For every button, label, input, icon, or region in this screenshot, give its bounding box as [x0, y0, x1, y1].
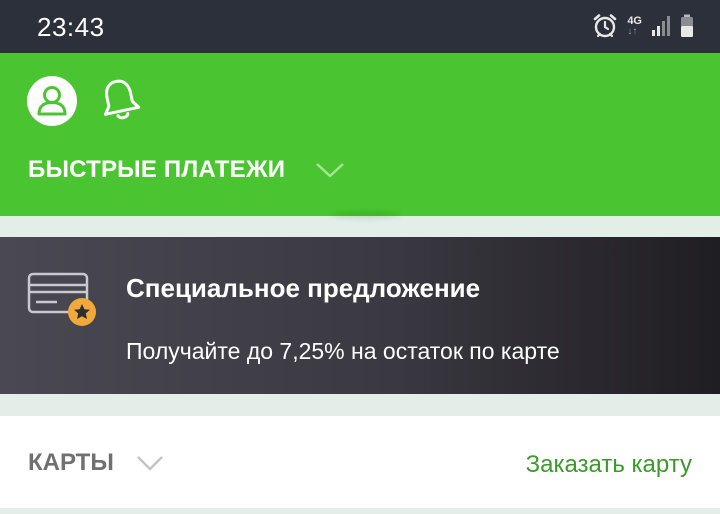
cards-section: КАРТЫ Заказать карту [0, 416, 720, 508]
cards-toggle[interactable]: КАРТЫ [28, 449, 164, 477]
status-icons: 4G ↓↑ [592, 12, 694, 40]
profile-icon[interactable] [27, 76, 77, 126]
pull-indicator [330, 212, 400, 218]
cards-label: КАРТЫ [28, 449, 114, 476]
special-offer-banner[interactable]: Специальное предложение Получайте до 7,2… [0, 237, 720, 394]
status-time: 23:43 [37, 12, 105, 42]
status-bar: 23:43 4G ↓↑ [0, 0, 720, 53]
card-star-icon [27, 272, 96, 326]
order-card-link[interactable]: Заказать карту [526, 451, 692, 479]
battery-icon [681, 14, 693, 37]
promo-title: Специальное предложение [126, 273, 481, 303]
network-4g-icon: 4G ↓↑ [627, 14, 642, 37]
signal-icon [652, 16, 670, 36]
chevron-down-icon [316, 163, 345, 178]
quick-payments-label: БЫСТРЫЕ ПЛАТЕЖИ [28, 156, 286, 183]
quick-payments-toggle[interactable]: БЫСТРЫЕ ПЛАТЕЖИ [28, 156, 345, 184]
chevron-down-icon [136, 456, 163, 471]
promo-subtitle: Получайте до 7,25% на остаток по карте [126, 338, 560, 364]
bell-icon[interactable] [99, 77, 141, 123]
alarm-icon [594, 14, 617, 38]
header: БЫСТРЫЕ ПЛАТЕЖИ [0, 53, 720, 216]
